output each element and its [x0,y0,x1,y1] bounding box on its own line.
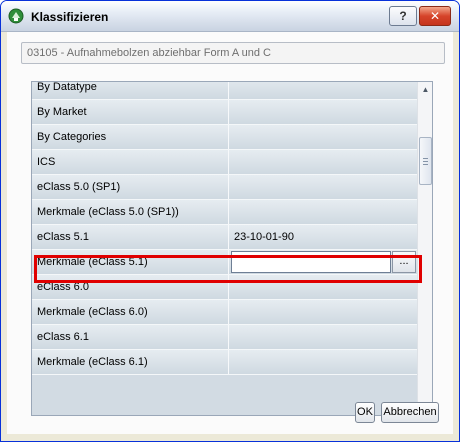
grid-row[interactable]: By Datatype [32,82,417,100]
dialog-client: 03105 - Aufnahmebolzen abziehbar Form A … [7,32,453,434]
scroll-up-icon[interactable]: ▲ [418,82,432,98]
cancel-button[interactable]: Abbrechen [381,402,439,423]
title-bar[interactable]: Klassifizieren ? ✕ [1,1,459,32]
scrollbar-thumb[interactable] [419,137,432,185]
grid-row[interactable]: By Categories [32,125,417,150]
row-value[interactable] [230,100,417,124]
grip-line [423,164,428,165]
grid-row[interactable]: Merkmale (eClass 5.1)... [32,250,417,275]
row-name: By Datatype [32,82,229,99]
browse-button[interactable]: ... [392,251,416,273]
grid-row[interactable]: By Market [32,100,417,125]
part-info-field: 03105 - Aufnahmebolzen abziehbar Form A … [21,42,445,64]
row-name: eClass 6.1 [32,325,229,349]
ok-button[interactable]: OK [355,402,375,423]
row-value[interactable] [230,150,417,174]
row-name: Merkmale (eClass 5.0 (SP1)) [32,200,229,224]
window-title: Klassifizieren [31,10,109,24]
row-value[interactable] [230,325,417,349]
vertical-scrollbar[interactable]: ▲ ▼ [417,82,432,415]
grid-row[interactable]: Merkmale (eClass 6.0) [32,300,417,325]
row-name: eClass 6.0 [32,275,229,299]
row-name: eClass 5.0 (SP1) [32,175,229,199]
help-button[interactable]: ? [389,6,417,26]
dialog-window: Klassifizieren ? ✕ 03105 - Aufnahmebolze… [0,0,460,442]
grip-line [423,158,428,159]
row-value[interactable] [230,125,417,149]
grid-row[interactable]: eClass 5.0 (SP1) [32,175,417,200]
row-name: Merkmale (eClass 6.1) [32,350,229,374]
grid-row[interactable]: eClass 5.1 23-10-01-90 [32,225,417,250]
row-value[interactable] [230,275,417,299]
row-value[interactable] [230,82,417,99]
grip-line [423,161,428,162]
row-name: eClass 5.1 [32,225,229,249]
row-name: By Market [32,100,229,124]
row-value[interactable] [230,200,417,224]
row-name: Merkmale (eClass 6.0) [32,300,229,324]
row-value[interactable] [230,350,417,374]
grid-row[interactable]: Merkmale (eClass 6.1) [32,350,417,375]
row-name: ICS [32,150,229,174]
grid-row[interactable]: Merkmale (eClass 5.0 (SP1)) [32,200,417,225]
row-name: Merkmale (eClass 5.1) [32,250,229,274]
grid-row[interactable]: eClass 6.1 [32,325,417,350]
row-value[interactable] [230,300,417,324]
classify-app-icon [8,8,24,24]
row-value[interactable]: 23-10-01-90 [230,225,417,249]
grid-row[interactable]: eClass 6.0 [32,275,417,300]
classification-grid: By Datatype By Market By Categories ICS eCla… [31,81,433,416]
row-name: By Categories [32,125,229,149]
grid-row[interactable]: ICS [32,150,417,175]
row-value-input[interactable] [231,251,391,273]
row-value[interactable] [230,175,417,199]
close-button[interactable]: ✕ [419,6,451,26]
